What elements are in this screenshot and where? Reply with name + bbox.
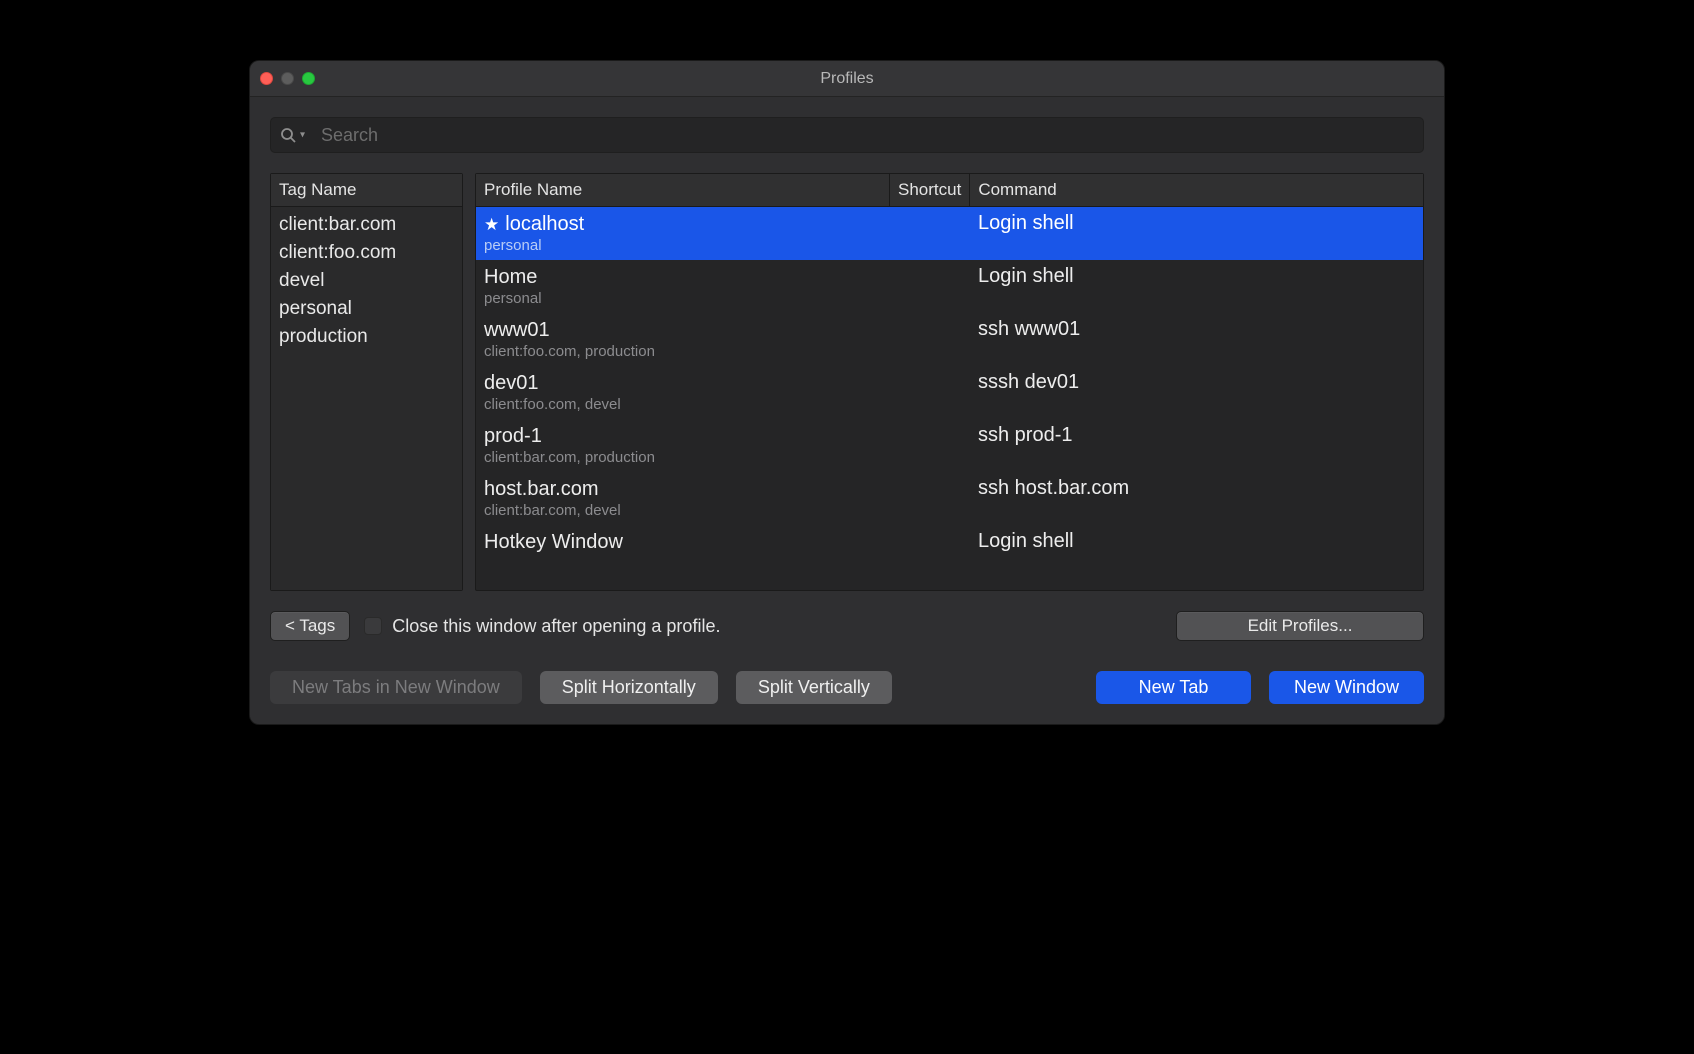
- command-cell: ssh prod-1: [970, 424, 1423, 466]
- tags-column-header[interactable]: Tag Name: [271, 174, 462, 207]
- close-after-open-label: Close this window after opening a profil…: [392, 616, 720, 637]
- profile-name-label: prod-1: [484, 424, 542, 448]
- command-cell: Login shell: [970, 265, 1423, 307]
- command-cell: ssh www01: [970, 318, 1423, 360]
- command-cell: Login shell: [970, 530, 1423, 554]
- profile-name-label: Hotkey Window: [484, 530, 623, 554]
- shortcut-cell: [890, 265, 970, 307]
- profile-tags-label: client:foo.com, production: [484, 343, 882, 360]
- tag-item[interactable]: client:bar.com: [271, 211, 462, 239]
- action-buttons-row: New Tabs in New Window Split Horizontall…: [270, 671, 1424, 704]
- profile-tags-label: client:foo.com, devel: [484, 396, 882, 413]
- shortcut-cell: [890, 318, 970, 360]
- tag-item[interactable]: production: [271, 323, 462, 351]
- table-row[interactable]: www01client:foo.com, production ssh www01: [476, 313, 1423, 366]
- profile-name-column-header[interactable]: Profile Name: [476, 174, 890, 206]
- window-title: Profiles: [820, 70, 873, 88]
- search-icon: [280, 127, 296, 143]
- shortcut-cell: [890, 212, 970, 254]
- profile-name-label: www01: [484, 318, 550, 342]
- command-cell: sssh dev01: [970, 371, 1423, 413]
- star-icon: ★: [484, 216, 499, 233]
- shortcut-cell: [890, 371, 970, 413]
- chevron-down-icon[interactable]: ▾: [300, 130, 305, 141]
- profile-name-label: localhost: [505, 212, 584, 236]
- table-row[interactable]: prod-1client:bar.com, production ssh prod…: [476, 419, 1423, 472]
- profile-tags-label: client:bar.com, devel: [484, 502, 882, 519]
- close-after-open-checkbox-wrap: Close this window after opening a profil…: [364, 616, 720, 637]
- profiles-window: Profiles ▾ Tag Name client:bar.comclient…: [249, 60, 1445, 725]
- new-tab-button[interactable]: New Tab: [1096, 671, 1251, 704]
- search-field-wrap: ▾: [270, 117, 1424, 153]
- table-row[interactable]: dev01client:foo.com, devel sssh dev01: [476, 366, 1423, 419]
- close-window-button[interactable]: [260, 72, 273, 85]
- zoom-window-button[interactable]: [302, 72, 315, 85]
- profile-name-cell: prod-1client:bar.com, production: [476, 424, 890, 466]
- table-row[interactable]: Homepersonal Login shell: [476, 260, 1423, 313]
- profile-tags-label: personal: [484, 290, 882, 307]
- profile-name-cell: Homepersonal: [476, 265, 890, 307]
- table-row[interactable]: ★ localhostpersonal Login shell: [476, 207, 1423, 260]
- command-column-header[interactable]: Command: [970, 174, 1423, 206]
- window-content: ▾ Tag Name client:bar.comclient:foo.comd…: [250, 97, 1444, 724]
- profile-name-cell: dev01client:foo.com, devel: [476, 371, 890, 413]
- close-after-open-checkbox[interactable]: [364, 617, 382, 635]
- titlebar[interactable]: Profiles: [250, 61, 1444, 97]
- profile-name-cell: host.bar.comclient:bar.com, devel: [476, 477, 890, 519]
- edit-profiles-button[interactable]: Edit Profiles...: [1176, 611, 1424, 641]
- split-vertically-button[interactable]: Split Vertically: [736, 671, 892, 704]
- shortcut-cell: [890, 530, 970, 554]
- command-cell: ssh host.bar.com: [970, 477, 1423, 519]
- controls-row: < Tags Close this window after opening a…: [270, 611, 1424, 641]
- profiles-panel: Profile Name Shortcut Command ★ localhost…: [475, 173, 1424, 591]
- profile-tags-label: personal: [484, 237, 882, 254]
- new-tabs-in-new-window-button[interactable]: New Tabs in New Window: [270, 671, 522, 704]
- profile-name-label: dev01: [484, 371, 539, 395]
- shortcut-column-header[interactable]: Shortcut: [890, 174, 970, 206]
- tags-list: client:bar.comclient:foo.comdevelpersona…: [271, 207, 462, 590]
- shortcut-cell: [890, 424, 970, 466]
- table-row[interactable]: host.bar.comclient:bar.com, devel ssh hos…: [476, 472, 1423, 525]
- shortcut-cell: [890, 477, 970, 519]
- split-horizontally-button[interactable]: Split Horizontally: [540, 671, 718, 704]
- profile-name-label: host.bar.com: [484, 477, 599, 501]
- traffic-lights: [260, 72, 315, 85]
- tag-item[interactable]: client:foo.com: [271, 239, 462, 267]
- tags-toggle-button[interactable]: < Tags: [270, 611, 350, 641]
- profile-name-cell: Hotkey Window: [476, 530, 890, 554]
- new-window-button[interactable]: New Window: [1269, 671, 1424, 704]
- profiles-list: ★localhostpersonalLogin shellHomepersona…: [476, 207, 1423, 590]
- panels: Tag Name client:bar.comclient:foo.comdev…: [270, 173, 1424, 591]
- table-row[interactable]: Hotkey Window Login shell: [476, 525, 1423, 560]
- profiles-table-header: Profile Name Shortcut Command: [476, 174, 1423, 207]
- tags-panel: Tag Name client:bar.comclient:foo.comdev…: [270, 173, 463, 591]
- profile-tags-label: client:bar.com, production: [484, 449, 882, 466]
- minimize-window-button[interactable]: [281, 72, 294, 85]
- command-cell: Login shell: [970, 212, 1423, 254]
- search-input[interactable]: [270, 117, 1424, 153]
- tag-item[interactable]: devel: [271, 267, 462, 295]
- profile-name-label: Home: [484, 265, 537, 289]
- tag-item[interactable]: personal: [271, 295, 462, 323]
- profile-name-cell: ★ localhostpersonal: [476, 212, 890, 254]
- profile-name-cell: www01client:foo.com, production: [476, 318, 890, 360]
